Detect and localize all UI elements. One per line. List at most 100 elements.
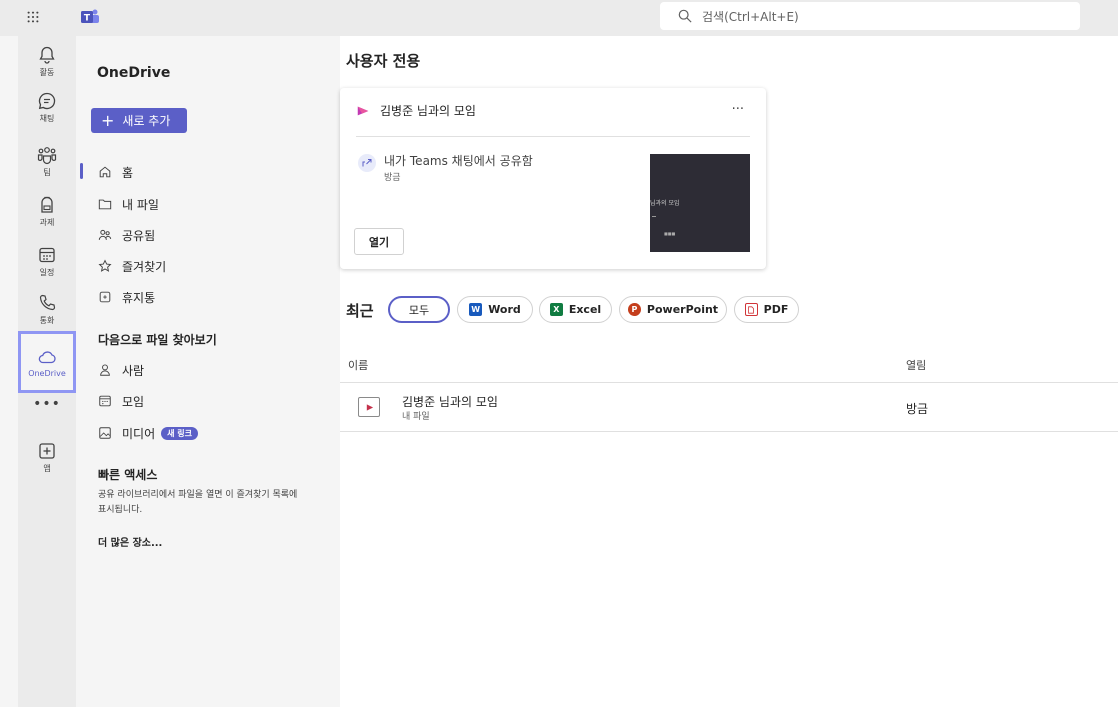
rail-item-activity[interactable]: 활동 bbox=[18, 36, 76, 86]
card-divider bbox=[356, 136, 750, 137]
teams-icon bbox=[37, 146, 57, 164]
rail-item-chat[interactable]: 채팅 bbox=[18, 82, 76, 132]
powerpoint-icon: P bbox=[627, 303, 641, 316]
pdf-icon bbox=[744, 303, 758, 316]
nav-item-label: 내 파일 bbox=[122, 197, 159, 212]
nav-item-label: 사람 bbox=[122, 363, 145, 378]
share-activity-time: 방금 bbox=[384, 173, 401, 183]
trash-icon bbox=[99, 291, 111, 303]
nav-item-label: 홈 bbox=[122, 165, 134, 180]
nav-item-my-files[interactable]: 내 파일 bbox=[98, 194, 159, 214]
nav-item-recycle-bin[interactable]: 휴지통 bbox=[98, 287, 155, 307]
rail-item-teams[interactable]: 팀 bbox=[18, 136, 76, 186]
open-button[interactable]: 열기 bbox=[354, 228, 404, 255]
thumbnail-title: 님과의 모임 bbox=[650, 200, 680, 207]
suggested-file-card[interactable]: 김병준 님과의 모임 ··· 내가 Teams 채팅에서 공유함 방금 열기 님… bbox=[340, 88, 766, 269]
card-header: 김병준 님과의 모임 bbox=[356, 102, 476, 119]
backpack-icon bbox=[41, 196, 53, 213]
person-icon bbox=[100, 364, 110, 376]
filter-pdf[interactable]: PDF bbox=[734, 296, 799, 323]
filter-label: Word bbox=[488, 303, 521, 316]
nav-item-media[interactable]: 미디어 새 링크 bbox=[98, 423, 198, 443]
more-options-icon[interactable]: ··· bbox=[732, 102, 744, 117]
teams-logo-icon: T bbox=[80, 8, 100, 26]
column-header-opened[interactable]: 열림 bbox=[906, 357, 926, 373]
thumbnail-mark: ■■■ bbox=[664, 231, 676, 236]
nav-item-home[interactable]: 홈 bbox=[98, 162, 133, 182]
nav-item-meetings[interactable]: 모임 bbox=[98, 391, 144, 411]
meeting-calendar-icon bbox=[99, 395, 111, 407]
nav-item-label: 미디어 bbox=[122, 426, 156, 441]
filter-label: PowerPoint bbox=[646, 303, 719, 316]
file-name[interactable]: 김병준 님과의 모임 bbox=[402, 393, 498, 410]
quick-access-description: 공유 라이브러리에서 파일을 열면 이 즐겨찾기 목록에 표시됩니다. bbox=[98, 490, 298, 515]
nav-item-label: 모임 bbox=[122, 394, 145, 409]
new-link-badge: 새 링크 bbox=[161, 426, 198, 440]
filter-label: PDF bbox=[763, 303, 789, 316]
excel-icon: X bbox=[549, 303, 563, 316]
stream-video-icon bbox=[357, 106, 369, 115]
rail-item-onedrive[interactable]: OneDrive bbox=[18, 331, 76, 393]
add-new-button[interactable]: + 새로 추가 bbox=[91, 108, 187, 133]
quick-access-header: 빠른 액세스 bbox=[98, 468, 158, 482]
thumbnail-mark bbox=[652, 216, 656, 217]
nav-item-label: 휴지통 bbox=[122, 290, 156, 305]
more-places-link[interactable]: 더 많은 장소... bbox=[98, 534, 162, 549]
rail-item-apps[interactable]: 앱 bbox=[18, 432, 76, 482]
more-apps-icon[interactable]: ••• bbox=[18, 396, 76, 412]
filter-word[interactable]: W Word bbox=[457, 296, 533, 323]
nav-item-favorites[interactable]: 즐겨찾기 bbox=[98, 256, 166, 276]
main-content: 사용자 전용 김병준 님과의 모임 ··· 내가 Teams 채팅에서 공유함 … bbox=[340, 36, 1118, 707]
filter-label: 모두 bbox=[408, 303, 430, 317]
onedrive-left-nav: OneDrive + 새로 추가 홈 내 파일 공유됨 즐겨찾기 휴지통 다음으… bbox=[76, 36, 340, 707]
browse-section-header: 다음으로 파일 찾아보기 bbox=[98, 333, 217, 347]
rail-label: 활동 bbox=[39, 67, 55, 77]
word-icon: W bbox=[469, 303, 483, 316]
cloud-icon bbox=[38, 350, 56, 363]
star-icon bbox=[98, 259, 112, 272]
chat-icon bbox=[38, 92, 56, 109]
filter-all[interactable]: 모두 bbox=[388, 296, 450, 323]
plus-icon: + bbox=[101, 110, 115, 130]
recent-label: 최근 bbox=[346, 302, 374, 320]
search-box[interactable]: 검색(Ctrl+Alt+E) bbox=[660, 2, 1080, 30]
nav-item-label: 즐겨찾기 bbox=[122, 259, 167, 274]
nav-item-shared[interactable]: 공유됨 bbox=[98, 225, 155, 245]
rail-label: 팀 bbox=[43, 167, 51, 177]
folder-icon bbox=[98, 199, 112, 210]
rail-item-assignments[interactable]: 과제 bbox=[18, 186, 76, 236]
nav-title: OneDrive bbox=[97, 65, 171, 81]
bell-icon bbox=[39, 46, 55, 64]
share-activity-text: 내가 Teams 채팅에서 공유함 bbox=[384, 154, 533, 168]
rail-label: 채팅 bbox=[39, 113, 55, 123]
rail-label: OneDrive bbox=[28, 368, 66, 378]
table-row[interactable]: 김병준 님과의 모임 내 파일 방금 bbox=[340, 383, 1118, 432]
filter-excel[interactable]: X Excel bbox=[539, 296, 612, 323]
file-table-header: 이름 열림 bbox=[340, 339, 1118, 383]
column-header-name[interactable]: 이름 bbox=[348, 357, 368, 373]
active-indicator bbox=[80, 163, 83, 179]
rail-item-calls[interactable]: 통화 bbox=[18, 284, 76, 334]
image-icon bbox=[99, 427, 111, 439]
home-icon bbox=[99, 166, 111, 178]
video-file-icon bbox=[358, 397, 380, 417]
rail-item-calendar[interactable]: 일정 bbox=[18, 236, 76, 286]
rail-label: 통화 bbox=[39, 315, 55, 325]
rail-label: 앱 bbox=[43, 463, 51, 473]
rail-label: 과제 bbox=[39, 217, 55, 227]
file-thumbnail[interactable]: 님과의 모임 ■■■ bbox=[650, 154, 750, 252]
card-title: 김병준 님과의 모임 bbox=[380, 104, 476, 118]
page-title: 사용자 전용 bbox=[346, 52, 421, 70]
nav-item-label: 공유됨 bbox=[122, 228, 156, 243]
nav-item-people[interactable]: 사람 bbox=[98, 360, 144, 380]
app-launcher-icon[interactable] bbox=[22, 6, 44, 28]
rail-label: 일정 bbox=[39, 267, 55, 277]
svg-text:T: T bbox=[84, 14, 91, 24]
calendar-icon bbox=[39, 247, 55, 262]
filter-powerpoint[interactable]: P PowerPoint bbox=[619, 296, 727, 323]
share-icon bbox=[358, 154, 376, 172]
file-location: 내 파일 bbox=[402, 412, 430, 422]
app-rail: 활동 채팅 팀 과제 일정 통화 OneDrive ••• 앱 bbox=[18, 36, 76, 707]
add-new-label: 새로 추가 bbox=[122, 114, 171, 128]
add-app-icon bbox=[39, 442, 55, 459]
